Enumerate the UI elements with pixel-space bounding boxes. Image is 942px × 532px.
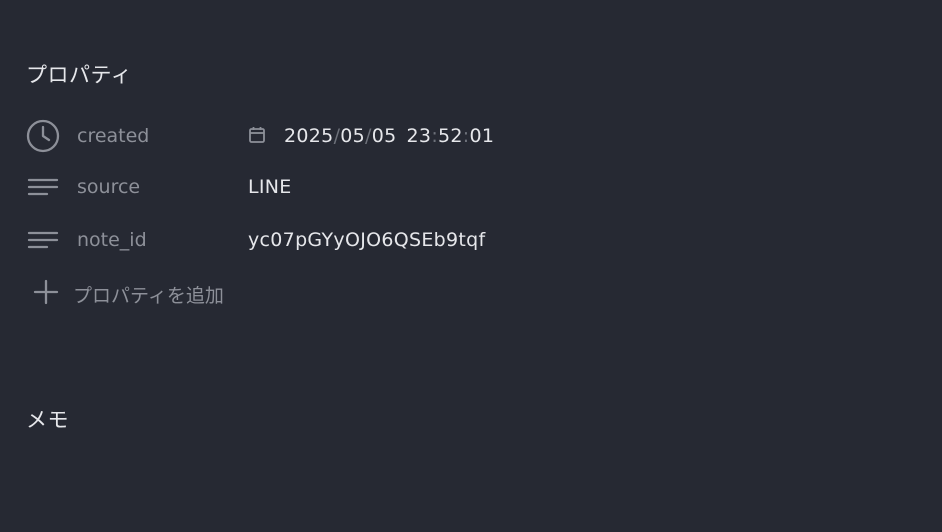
date-day[interactable]: 05 [372, 125, 397, 147]
property-name: created [77, 125, 150, 147]
text-lines-icon [26, 170, 60, 204]
property-value-source[interactable]: LINE [248, 176, 292, 198]
property-value-created[interactable]: 2025/05/05 23:52:01 [248, 125, 494, 147]
memo-heading: メモ [26, 408, 69, 432]
text-lines-icon [26, 223, 60, 257]
property-row-created: created 2025/05/05 23:52:01 [26, 116, 726, 156]
plus-icon [33, 279, 59, 309]
property-key-source[interactable]: source [26, 167, 248, 207]
calendar-icon[interactable] [248, 126, 266, 144]
property-name: source [77, 176, 141, 198]
time-hour[interactable]: 23 [407, 125, 432, 147]
date-year[interactable]: 2025 [284, 125, 334, 147]
property-name: note_id [77, 229, 147, 251]
clock-icon [26, 119, 60, 153]
property-key-note-id[interactable]: note_id [26, 220, 248, 260]
time-separator: : [462, 125, 470, 147]
property-value-note-id[interactable]: yc07pGYyOJO6QSEb9tqf [248, 229, 486, 251]
date-separator: / [333, 125, 341, 147]
properties-heading: プロパティ [26, 63, 133, 87]
date-separator: / [365, 125, 372, 147]
date-month[interactable]: 05 [340, 125, 365, 147]
add-property-button[interactable]: プロパティを追加 [33, 279, 224, 309]
time-minute[interactable]: 52 [438, 125, 463, 147]
property-row-note-id: note_id yc07pGYyOJO6QSEb9tqf [26, 220, 726, 260]
property-key-created[interactable]: created [26, 116, 248, 156]
add-property-label: プロパティを追加 [73, 284, 224, 307]
time-separator: : [431, 125, 439, 147]
property-row-source: source LINE [26, 167, 726, 207]
properties-panel: プロパティ created 2025/05/05 23:52:01 source… [0, 0, 942, 532]
time-second[interactable]: 01 [470, 125, 495, 147]
